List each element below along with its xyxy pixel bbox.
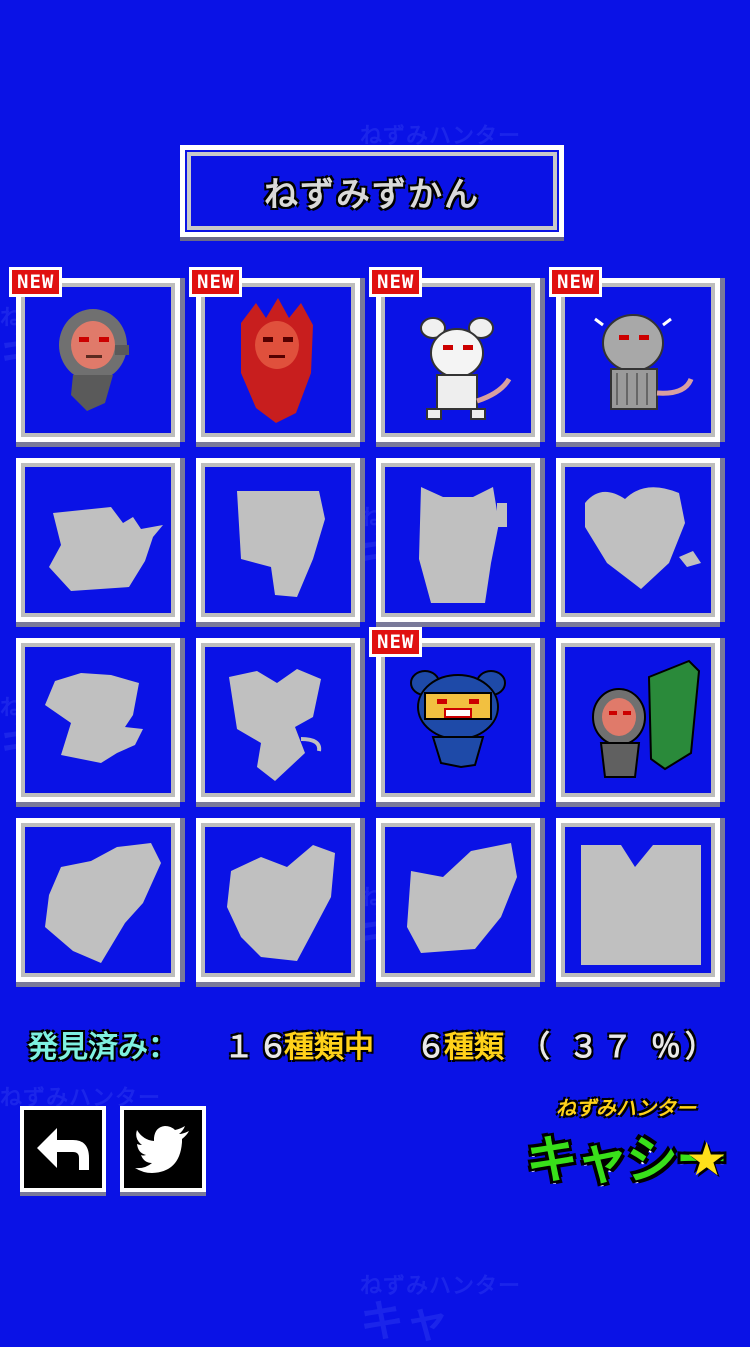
rat-cell-1[interactable]: NEW [9,267,180,442]
status-total: １６ [224,1030,292,1065]
page-title: ねずみずかん [264,174,480,215]
rat-cell-16[interactable] [556,818,720,982]
new-badge: NEW [9,267,63,297]
rat-cell-9[interactable] [16,638,180,802]
new-badge: NEW [189,267,243,297]
silhouette-icon [49,507,163,591]
grey-striped-rat-icon [594,314,694,410]
silhouette-icon [45,673,143,763]
rat-cell-10[interactable] [196,638,360,802]
red-flame-rat-icon [241,298,313,423]
new-badge: NEW [549,267,603,297]
back-arrow-icon [37,1128,89,1170]
rat-cell-2[interactable]: NEW [189,267,360,442]
rat-cell-3[interactable]: NEW [369,267,540,442]
discovery-status: 発見済み： １６ 種類中 ６ 種類 （ ３７ ％） [28,1022,728,1066]
rat-cell-6[interactable] [196,458,360,622]
back-button[interactable] [20,1106,106,1192]
silhouette-icon [419,487,507,603]
new-badge: NEW [369,627,423,657]
rat-cell-13[interactable] [16,818,180,982]
silhouette-icon [227,845,335,961]
twitter-bird-icon [135,1126,189,1173]
new-badge: NEW [369,267,423,297]
silhouette-icon [581,845,701,965]
twitter-share-button[interactable] [120,1106,206,1192]
background-watermark: ねずみハンターキャ [360,1274,522,1347]
rat-with-bag-icon [592,659,701,778]
logo-subtitle: ねずみハンター [556,1096,696,1120]
status-label: 発見済み： [28,1030,178,1065]
rat-cell-4[interactable]: NEW [549,267,720,442]
status-total-suffix: 種類中 [284,1030,374,1065]
status-percent: （ ３７ ％） [520,1030,719,1065]
silhouette-icon [237,491,325,597]
silhouette-icon [229,669,322,781]
white-rat-icon [420,317,512,420]
star-icon: ★ [686,1132,728,1186]
blue-helmet-rat-icon [410,670,506,769]
silhouette-icon [407,843,517,953]
rat-cell-7[interactable] [376,458,540,622]
rat-cell-15[interactable] [376,818,540,982]
rat-cell-12[interactable] [556,638,720,802]
rat-cell-14[interactable] [196,818,360,982]
game-logo: ねずみハンター キャシー ★ [526,1092,728,1192]
rat-cell-11[interactable]: NEW [369,627,540,802]
silhouette-icon [45,843,161,963]
rat-cell-8[interactable] [556,458,720,622]
status-found-suffix: 種類 [444,1030,504,1065]
title-panel: ねずみずかん [180,145,564,237]
silhouette-icon [585,487,701,589]
grey-hooded-rat-icon [59,309,129,411]
rat-cell-5[interactable] [16,458,180,622]
